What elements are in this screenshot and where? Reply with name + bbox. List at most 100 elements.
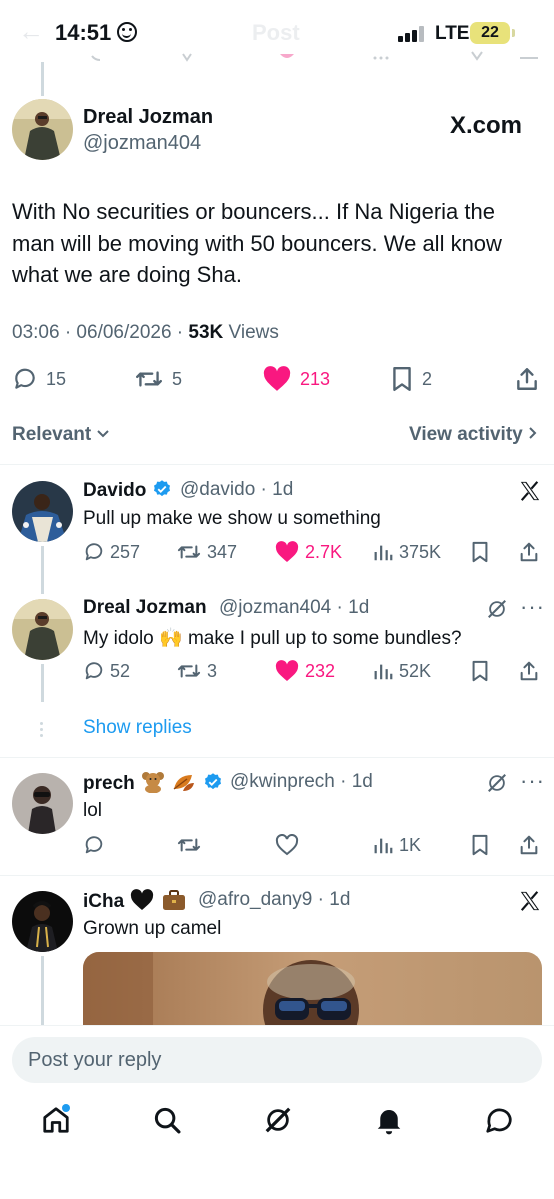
reply-icon (85, 543, 103, 561)
reply-button[interactable] (83, 834, 105, 856)
avatar[interactable] (12, 481, 73, 542)
reply-button[interactable]: 52 (83, 660, 130, 682)
share-button[interactable] (518, 660, 540, 682)
views-count: 52K (399, 660, 432, 681)
views-count: 1K (399, 834, 422, 855)
reply-handle[interactable]: @jozman404 · 1d (219, 597, 369, 619)
grok-icon[interactable] (486, 772, 508, 794)
views-button[interactable]: 1K (372, 834, 421, 856)
chevron-down-icon (97, 430, 110, 438)
views-button[interactable]: 52K (372, 660, 431, 682)
reply-button[interactable]: 257 (83, 541, 140, 563)
reply-media-image[interactable] (83, 952, 542, 1032)
show-replies-link[interactable]: Show replies (83, 717, 192, 739)
avatar[interactable] (12, 99, 73, 160)
repost-button[interactable]: 5 (134, 366, 182, 392)
divider (0, 875, 554, 876)
share-icon (520, 542, 538, 562)
author-name[interactable]: Dreal Jozman (83, 106, 213, 129)
avatar[interactable] (12, 891, 73, 952)
views-button[interactable]: 375K (372, 541, 441, 563)
repost-button[interactable]: 3 (176, 660, 217, 682)
like-button[interactable] (274, 834, 300, 856)
briefcase-emoji-icon (162, 890, 185, 910)
signal-icon (398, 26, 428, 42)
reply-handle[interactable]: @afro_dany9 · 1d (198, 889, 350, 911)
notifications-icon[interactable] (374, 1105, 404, 1135)
bookmark-button[interactable] (470, 660, 490, 682)
grok-icon[interactable] (263, 1105, 293, 1135)
reply-input[interactable]: Post your reply (12, 1037, 542, 1083)
avatar-image (12, 481, 73, 542)
avatar-image (12, 773, 73, 834)
heart-outline-icon (275, 834, 299, 856)
avatar-image (12, 599, 73, 660)
repost-icon (177, 664, 201, 678)
reply-text: Pull up make we show u something (83, 508, 381, 529)
scrolled-action-row (0, 50, 554, 64)
verified-badge-icon (153, 480, 170, 497)
heart-filled-icon (275, 541, 299, 562)
like-button[interactable]: 213 (262, 366, 330, 392)
view-activity-link[interactable]: View activity (409, 424, 538, 446)
grok-icon[interactable] (486, 598, 508, 620)
more-options-icon[interactable]: ··· (520, 768, 545, 794)
reply-author-name[interactable]: Dreal Jozman (83, 597, 207, 619)
media-photo (83, 952, 542, 1032)
bookmark-button[interactable] (470, 541, 490, 563)
bookmark-icon (472, 541, 488, 563)
reply-icon (85, 836, 103, 854)
reply-count: 257 (110, 541, 141, 562)
bookmark-button[interactable] (470, 834, 490, 856)
reply-text-end: make I pull up to some bundles? (182, 628, 462, 649)
back-arrow-icon[interactable]: ← (18, 16, 44, 47)
avatar-image (12, 891, 73, 952)
share-button[interactable] (514, 366, 540, 392)
like-button[interactable]: 232 (274, 660, 335, 682)
reply-icon (15, 368, 35, 389)
share-button[interactable] (518, 541, 540, 563)
reply-handle[interactable]: @davido · 1d (180, 479, 293, 501)
reply-count: 52 (110, 660, 131, 681)
reply-handle[interactable]: @kwinprech · 1d (230, 771, 373, 793)
search-icon[interactable] (152, 1105, 182, 1135)
fallen-leaf-emoji-icon (173, 775, 195, 791)
repost-icon (177, 545, 201, 559)
reply-author-name[interactable]: Davido (83, 479, 172, 502)
sort-dropdown[interactable]: Relevant (12, 424, 110, 446)
bookmark-count: 2 (422, 368, 433, 389)
views-chart-icon (374, 838, 393, 854)
chevron-right-icon (529, 427, 537, 439)
reply-filter-row: Relevant View activity (0, 416, 554, 460)
reply-author-name-text: prech (83, 773, 135, 794)
repost-button[interactable] (176, 834, 202, 856)
reply-text-start: My idolo (83, 628, 160, 649)
repost-icon (177, 838, 201, 852)
post-meta: 03:06 · 06/06/2026 · 53K Views (12, 322, 279, 344)
share-icon (520, 661, 538, 681)
x-logo-icon (520, 481, 540, 501)
black-heart-emoji-icon (131, 889, 154, 910)
reply-author-name[interactable]: prech (83, 771, 223, 795)
share-button[interactable] (518, 834, 540, 856)
new-posts-dot (62, 1104, 70, 1112)
avatar[interactable] (12, 773, 73, 834)
sort-label: Relevant (12, 424, 92, 445)
bookmark-button[interactable]: 2 (390, 366, 432, 392)
repost-button[interactable]: 347 (176, 541, 237, 563)
views-count[interactable]: 53K (188, 322, 223, 343)
more-options-icon[interactable]: ··· (520, 594, 545, 620)
like-count: 213 (300, 368, 331, 389)
like-button[interactable]: 2.7K (274, 541, 342, 563)
messages-icon[interactable] (484, 1105, 514, 1135)
reply-button[interactable]: 15 (12, 366, 66, 392)
raised-hands-emoji: 🙌 (159, 627, 183, 649)
avatar[interactable] (12, 599, 73, 660)
author-handle[interactable]: @jozman404 (83, 132, 201, 155)
reply-author-name[interactable]: iCha (83, 889, 187, 913)
teddy-bear-emoji-icon (142, 772, 165, 794)
thread-line (41, 546, 44, 594)
divider (0, 464, 554, 465)
page-title: Post (252, 20, 300, 45)
bookmark-icon (472, 660, 488, 682)
